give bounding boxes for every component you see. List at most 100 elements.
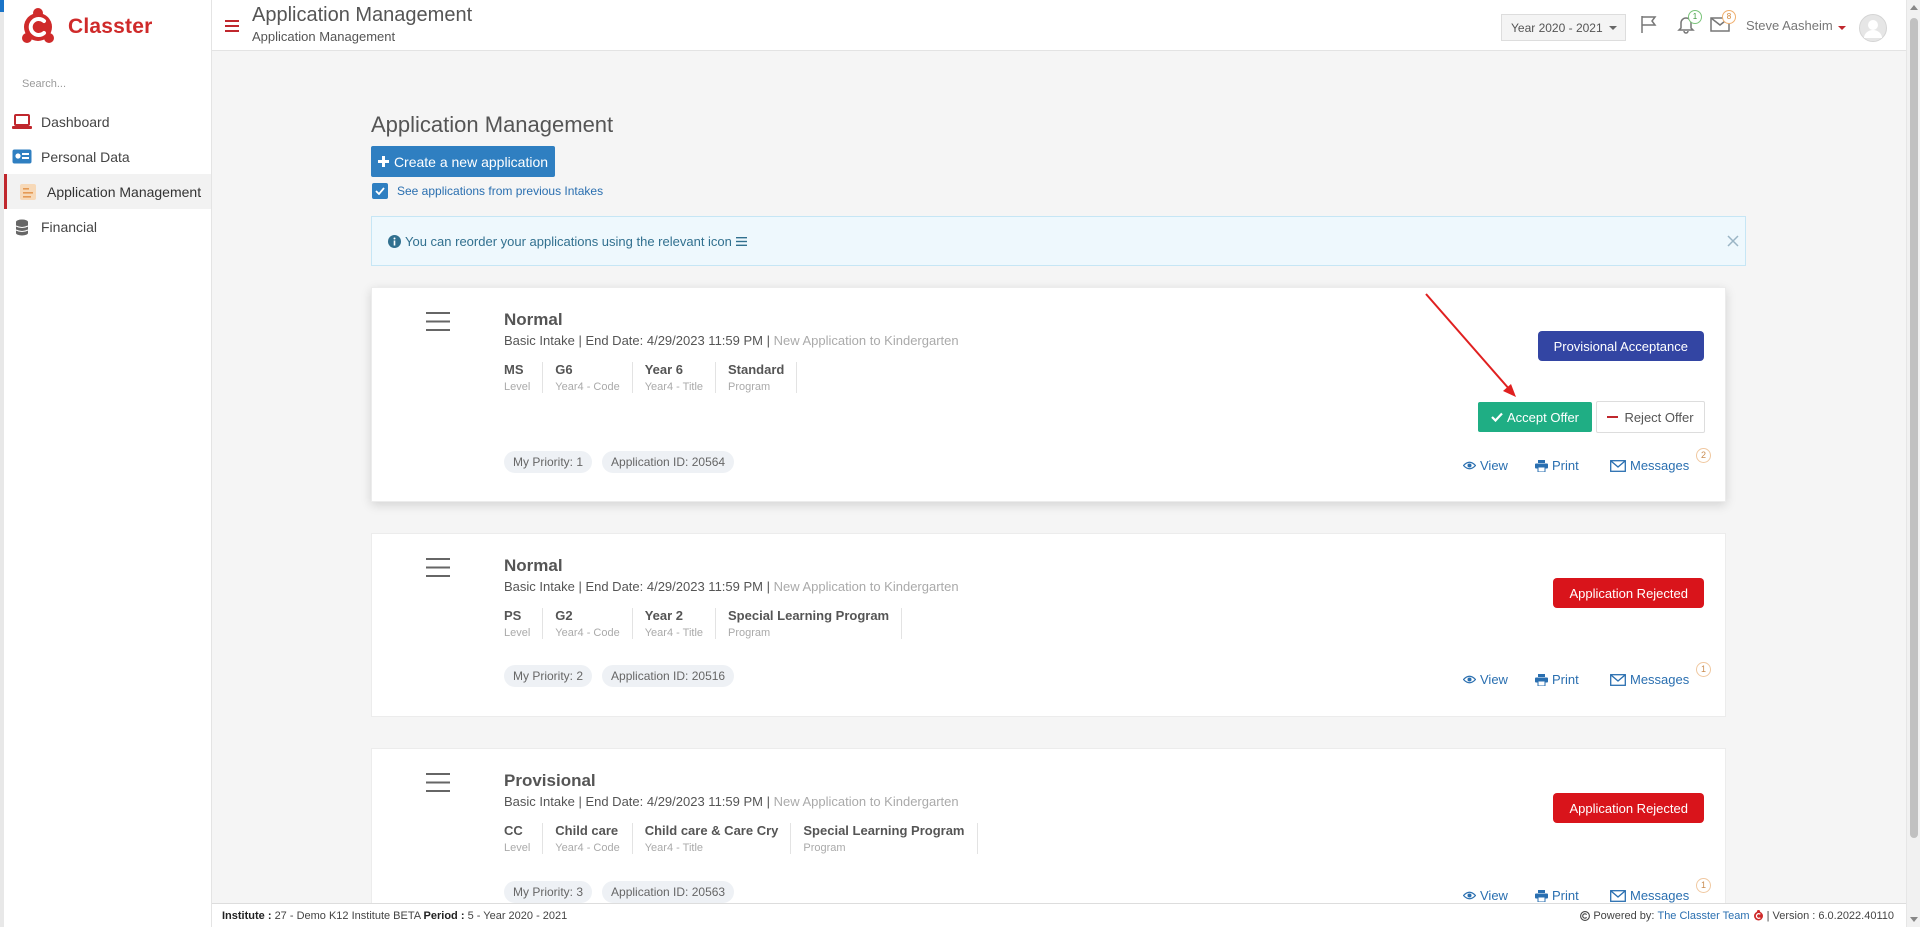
print-label: Print bbox=[1552, 672, 1579, 687]
sidebar-item-personal-data[interactable]: Personal Data bbox=[4, 139, 211, 174]
field-year-title: Year 2 Year4 - Title bbox=[645, 608, 717, 639]
field-value: CC bbox=[504, 823, 523, 838]
logo[interactable]: Classter bbox=[20, 7, 152, 47]
sidebar-item-label: Financial bbox=[41, 218, 98, 235]
field-year-code: G2 Year4 - Code bbox=[555, 608, 633, 639]
messages-link[interactable]: Messages bbox=[1610, 672, 1689, 687]
sidebar-item-application-management[interactable]: Application Management bbox=[4, 174, 211, 209]
drag-handle-icon[interactable] bbox=[426, 312, 450, 331]
field-value: Special Learning Program bbox=[728, 608, 890, 623]
page-title: Application Management bbox=[371, 112, 614, 137]
field-label: Level bbox=[504, 627, 531, 639]
laptop-icon bbox=[11, 112, 33, 132]
field-program: Special Learning Program Program bbox=[803, 823, 978, 854]
application-meta: Basic Intake | End Date: 4/29/2023 11:59… bbox=[504, 333, 959, 348]
application-description: New Application to Kindergarten bbox=[773, 333, 959, 348]
eye-icon bbox=[1463, 891, 1476, 900]
end-date: End Date: 4/29/2023 11:59 PM bbox=[585, 794, 763, 809]
field-value: Child care & Care Cry bbox=[644, 823, 779, 838]
avatar[interactable] bbox=[1859, 14, 1887, 42]
create-application-label: Create a new application bbox=[393, 153, 549, 170]
notification-bell-icon[interactable]: 1 bbox=[1676, 10, 1702, 34]
drag-handle-icon[interactable] bbox=[426, 558, 450, 577]
field-value: Year 6 bbox=[644, 362, 684, 377]
flag-icon[interactable] bbox=[1639, 14, 1659, 34]
eye-icon bbox=[1463, 461, 1476, 470]
field-program: Standard Program bbox=[728, 362, 798, 393]
period-label: Period : bbox=[423, 910, 465, 922]
footer: Institute : 27 - Demo K12 Institute BETA… bbox=[212, 903, 1920, 927]
vertical-scrollbar[interactable] bbox=[1906, 0, 1920, 927]
messages-link[interactable]: Messages bbox=[1610, 458, 1689, 473]
print-link[interactable]: Print bbox=[1535, 888, 1579, 903]
field-year-code: G6 Year4 - Code bbox=[555, 362, 633, 393]
message-count-badge: 8 bbox=[1722, 10, 1736, 24]
printer-icon bbox=[1535, 673, 1548, 686]
create-application-button[interactable]: Create a new application bbox=[371, 146, 555, 177]
info-alert: You can reorder your applications using … bbox=[371, 216, 1746, 266]
institute-value: 27 - Demo K12 Institute BETA bbox=[274, 910, 421, 922]
breadcrumb[interactable]: Application Management bbox=[252, 29, 395, 44]
field-label: Year4 - Code bbox=[555, 842, 620, 854]
close-icon[interactable] bbox=[1727, 235, 1739, 247]
envelope-icon[interactable]: 8 bbox=[1710, 10, 1736, 34]
sidebar-item-label: Dashboard bbox=[41, 113, 110, 130]
accept-offer-button[interactable]: Accept Offer bbox=[1478, 402, 1592, 432]
coins-icon bbox=[11, 217, 33, 237]
printer-icon bbox=[1535, 889, 1548, 902]
print-link[interactable]: Print bbox=[1535, 458, 1579, 473]
info-circle-icon bbox=[388, 234, 401, 248]
scroll-down-arrow-icon[interactable] bbox=[1910, 917, 1918, 922]
chevron-down-icon[interactable] bbox=[1838, 26, 1846, 30]
application-id-pill: Application ID: 20516 bbox=[602, 665, 735, 687]
view-label: View bbox=[1480, 458, 1508, 473]
view-link[interactable]: View bbox=[1463, 888, 1508, 903]
sidebar: Classter Dashboard Personal Data Applica… bbox=[0, 0, 212, 927]
notification-count-badge: 1 bbox=[1688, 10, 1702, 24]
field-value: G2 bbox=[555, 608, 573, 623]
user-name[interactable]: Steve Aasheim bbox=[1746, 18, 1833, 33]
hamburger-menu-icon[interactable] bbox=[225, 20, 239, 32]
view-link[interactable]: View bbox=[1463, 458, 1508, 473]
powered-by-label: Powered by: bbox=[1593, 910, 1655, 922]
field-label: Program bbox=[728, 627, 771, 639]
application-pills: My Priority: 1 Application ID: 20564 bbox=[504, 451, 735, 473]
sidebar-item-financial[interactable]: Financial bbox=[4, 209, 211, 244]
scrollbar-thumb[interactable] bbox=[1910, 18, 1918, 838]
messages-count-badge: 1 bbox=[1696, 878, 1711, 893]
application-meta: Basic Intake | End Date: 4/29/2023 11:59… bbox=[504, 794, 959, 809]
field-value: Standard bbox=[728, 362, 785, 377]
printer-icon bbox=[1535, 459, 1548, 472]
application-fields: MS Level G6 Year4 - Code Year 6 Year4 - Tit… bbox=[504, 362, 809, 393]
status-badge: Application Rejected bbox=[1553, 578, 1704, 608]
field-value: Child care bbox=[555, 823, 619, 838]
reorder-icon bbox=[735, 236, 747, 246]
reject-offer-button[interactable]: Reject Offer bbox=[1596, 401, 1705, 433]
field-label: Level bbox=[504, 381, 531, 393]
intake-name: Basic Intake bbox=[504, 794, 575, 809]
scroll-up-arrow-icon[interactable] bbox=[1910, 5, 1918, 10]
sidebar-search-input[interactable] bbox=[22, 76, 192, 92]
field-level: CC Level bbox=[504, 823, 544, 854]
year-selector[interactable]: Year 2020 - 2021 bbox=[1501, 14, 1626, 41]
previous-intakes-toggle[interactable]: See applications from previous Intakes bbox=[372, 183, 603, 199]
field-value: G6 bbox=[555, 362, 573, 377]
sidebar-item-dashboard[interactable]: Dashboard bbox=[4, 104, 211, 139]
application-type: Provisional bbox=[504, 771, 596, 790]
copyright-icon bbox=[1580, 911, 1591, 921]
drag-handle-icon[interactable] bbox=[426, 773, 450, 792]
view-label: View bbox=[1480, 672, 1508, 687]
year-selector-value: Year 2020 - 2021 bbox=[1511, 20, 1603, 35]
previous-intakes-checkbox[interactable] bbox=[372, 183, 388, 199]
application-description: New Application to Kindergarten bbox=[773, 794, 959, 809]
field-level: PS Level bbox=[504, 608, 544, 639]
messages-label: Messages bbox=[1630, 458, 1690, 473]
view-label: View bbox=[1480, 888, 1508, 903]
print-label: Print bbox=[1552, 458, 1579, 473]
print-link[interactable]: Print bbox=[1535, 672, 1579, 687]
classter-team-link[interactable]: The Classter Team bbox=[1657, 910, 1749, 922]
field-year-title: Child care & Care Cry Year4 - Title bbox=[645, 823, 792, 854]
view-link[interactable]: View bbox=[1463, 672, 1508, 687]
chevron-down-icon bbox=[1608, 25, 1617, 30]
messages-link[interactable]: Messages bbox=[1610, 888, 1689, 903]
